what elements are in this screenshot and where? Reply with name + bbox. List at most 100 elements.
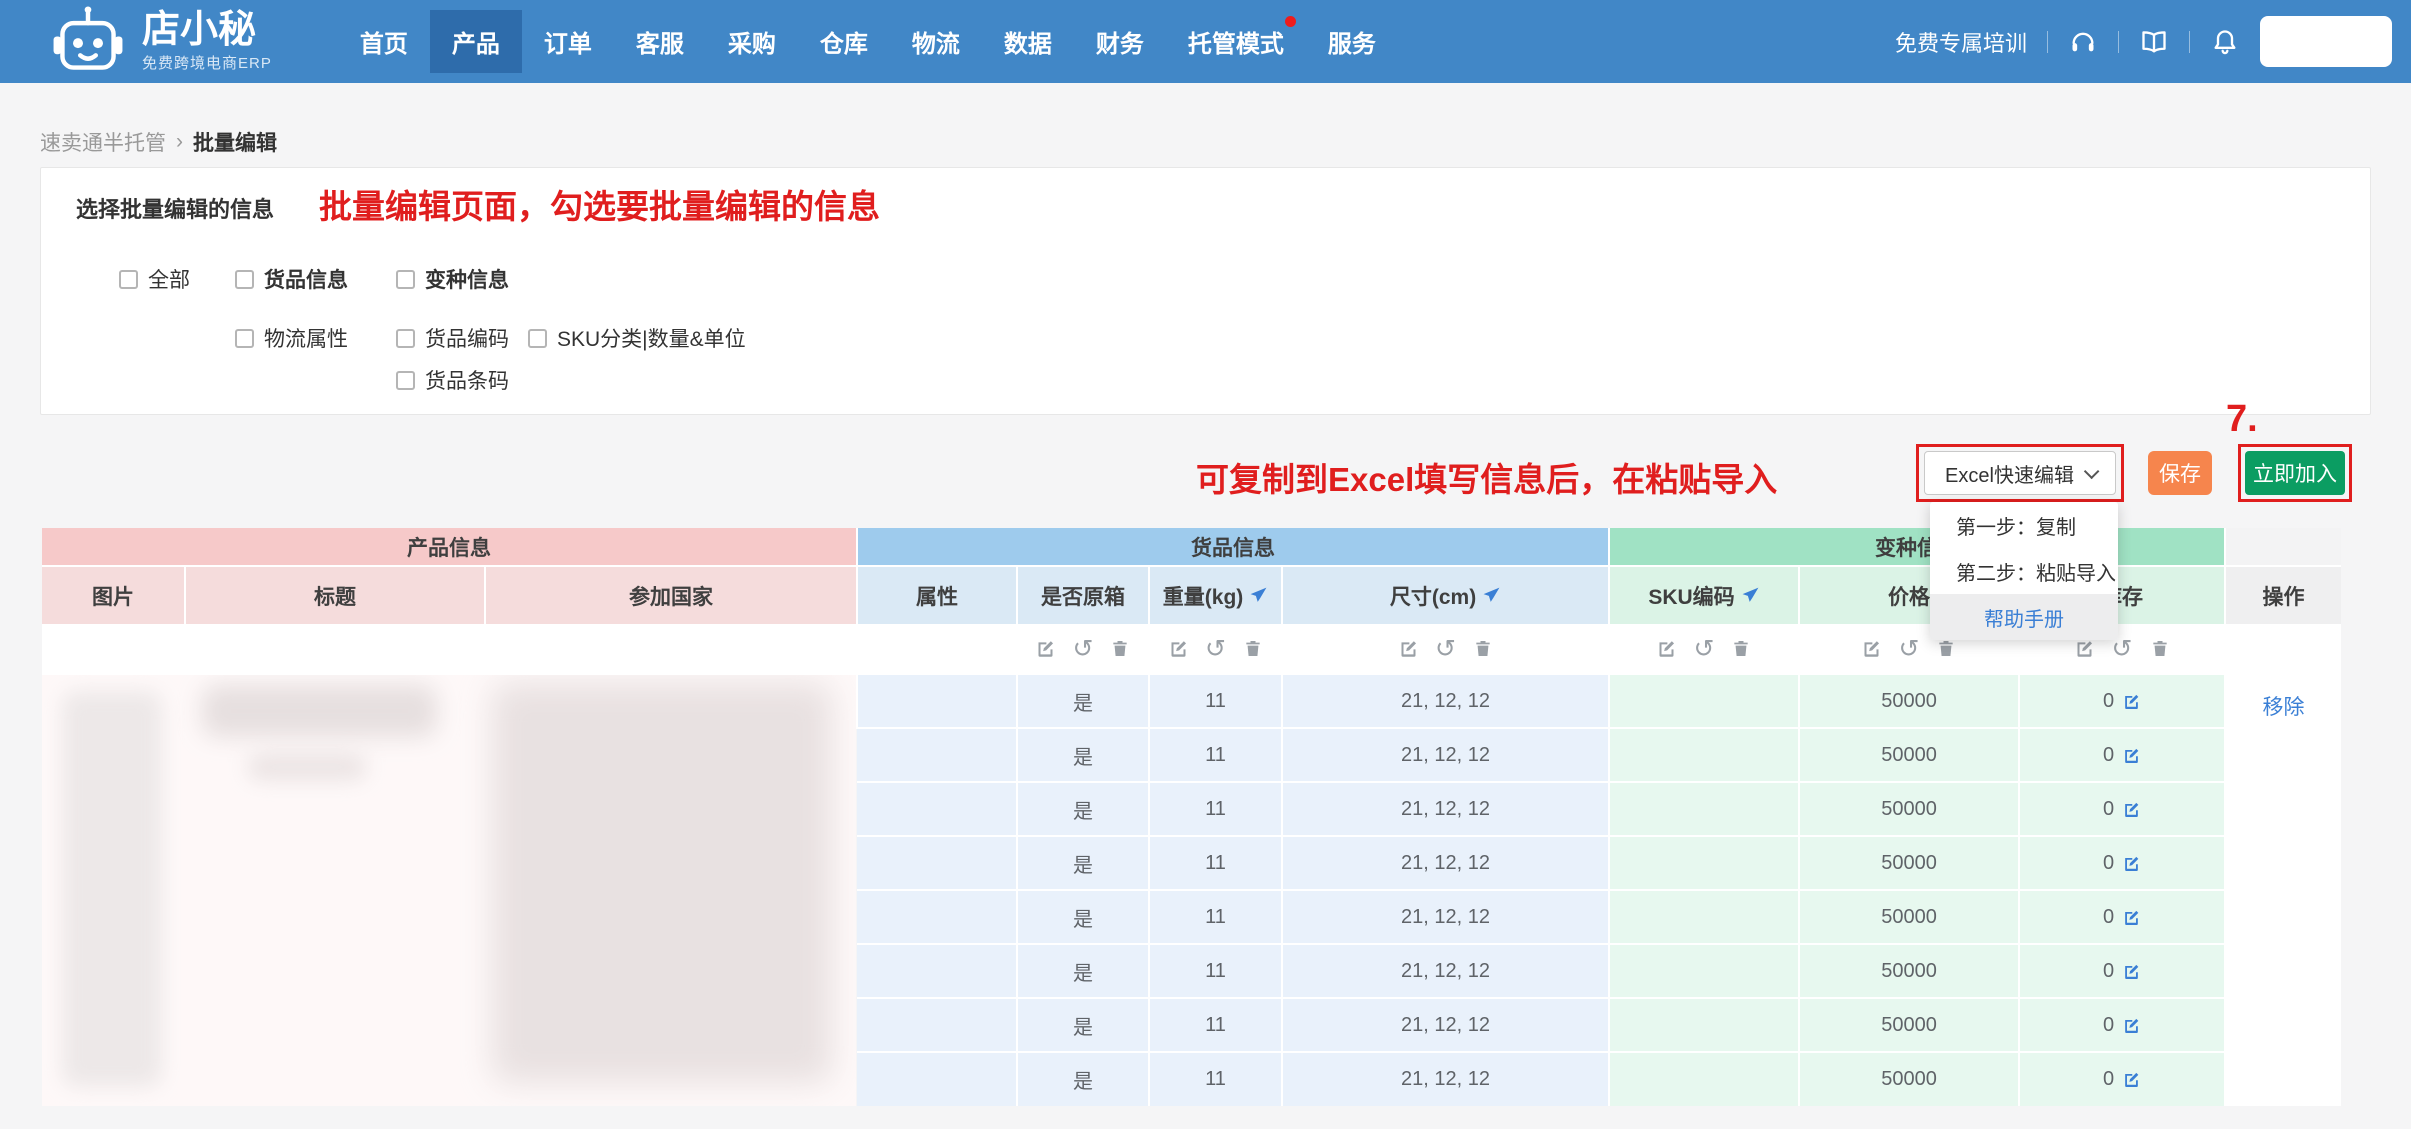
edit-icon[interactable] bbox=[1397, 638, 1419, 660]
trash-icon[interactable] bbox=[1242, 638, 1264, 660]
cell-action: 移除 bbox=[2225, 674, 2341, 1106]
stock-value: 0 bbox=[2103, 852, 2114, 875]
edit-icon[interactable] bbox=[2122, 1016, 2141, 1035]
dropdown-item-help-manual[interactable]: 帮助手册 bbox=[1930, 594, 2118, 640]
excel-dropdown-menu: 第一步：复制 第二步：粘贴导入 帮助手册 bbox=[1930, 502, 2118, 640]
book-icon[interactable] bbox=[2139, 27, 2169, 57]
nav-item-services[interactable]: 服务 bbox=[1306, 10, 1398, 73]
stock-value: 0 bbox=[2103, 960, 2114, 983]
nav-item-managed-mode[interactable]: 托管模式 bbox=[1166, 10, 1306, 73]
edit-icon[interactable] bbox=[1035, 638, 1057, 660]
undo-icon[interactable]: ↺ bbox=[1435, 638, 1456, 660]
nav-item-home[interactable]: 首页 bbox=[338, 10, 430, 73]
nav-item-orders[interactable]: 订单 bbox=[522, 10, 614, 73]
checkbox-row-1: 全部 货品信息 变种信息 bbox=[41, 264, 2370, 290]
cell-original-box: 是 bbox=[1017, 890, 1149, 944]
cell-size: 21, 12, 12 bbox=[1282, 1052, 1609, 1106]
checkbox-all[interactable]: 全部 bbox=[119, 264, 190, 294]
stock-value: 0 bbox=[2103, 744, 2114, 767]
tools-cell-empty bbox=[485, 624, 857, 674]
cell-original-box: 是 bbox=[1017, 944, 1149, 998]
breadcrumb-parent[interactable]: 速卖通半托管 bbox=[40, 127, 166, 157]
edit-icon[interactable] bbox=[2122, 908, 2141, 927]
checkbox-goods-code-box[interactable] bbox=[396, 329, 415, 348]
cell-size: 21, 12, 12 bbox=[1282, 998, 1609, 1052]
nav-item-customer-service[interactable]: 客服 bbox=[614, 10, 706, 73]
cell-original-box: 是 bbox=[1017, 674, 1149, 728]
remove-link[interactable]: 移除 bbox=[2263, 696, 2305, 719]
training-link[interactable]: 免费专属培训 bbox=[1895, 26, 2027, 58]
col-header-size: 尺寸(cm) bbox=[1282, 566, 1609, 624]
cell-sku bbox=[1609, 728, 1799, 782]
trash-icon[interactable] bbox=[1935, 638, 1957, 660]
checkbox-row-2: 物流属性 货品编码 SKU分类|数量&单位 bbox=[41, 323, 2370, 349]
stock-value: 0 bbox=[2103, 1068, 2114, 1091]
checkbox-variant-info-box[interactable] bbox=[396, 270, 415, 289]
undo-icon[interactable]: ↺ bbox=[1205, 638, 1226, 660]
trash-icon[interactable] bbox=[1472, 638, 1494, 660]
undo-icon[interactable]: ↺ bbox=[1899, 638, 1920, 660]
edit-icon[interactable] bbox=[2122, 1070, 2141, 1089]
checkbox-logistics-attr-box[interactable] bbox=[235, 329, 254, 348]
dropdown-item-paste-import[interactable]: 第二步：粘贴导入 bbox=[1930, 548, 2118, 594]
edit-icon[interactable] bbox=[2122, 854, 2141, 873]
cell-attr bbox=[857, 890, 1017, 944]
checkbox-logistics-attr[interactable]: 物流属性 bbox=[235, 323, 348, 353]
checkbox-goods-info-label: 货品信息 bbox=[264, 264, 348, 294]
breadcrumb: 速卖通半托管 › 批量编辑 bbox=[40, 127, 277, 157]
cell-weight: 11 bbox=[1149, 890, 1282, 944]
save-button[interactable]: 保存 bbox=[2148, 451, 2212, 495]
edit-icon[interactable] bbox=[1656, 638, 1678, 660]
checkbox-sku-class-box[interactable] bbox=[528, 329, 547, 348]
checkbox-variant-info[interactable]: 变种信息 bbox=[396, 264, 509, 294]
cell-price: 50000 bbox=[1799, 782, 2019, 836]
send-icon[interactable] bbox=[1741, 586, 1760, 605]
nav-item-purchasing[interactable]: 采购 bbox=[706, 10, 798, 73]
nav-item-warehouse[interactable]: 仓库 bbox=[798, 10, 890, 73]
page: 店小秘 免费跨境电商ERP 首页 产品 订单 客服 采购 仓库 物流 数据 财务… bbox=[0, 0, 2411, 1129]
nav-item-data[interactable]: 数据 bbox=[982, 10, 1074, 73]
headset-icon[interactable] bbox=[2068, 27, 2098, 57]
checkbox-goods-info-box[interactable] bbox=[235, 270, 254, 289]
checkbox-goods-barcode-box[interactable] bbox=[396, 371, 415, 390]
dropdown-item-copy[interactable]: 第一步：复制 bbox=[1930, 502, 2118, 548]
user-avatar-box[interactable] bbox=[2260, 16, 2392, 67]
cell-sku bbox=[1609, 998, 1799, 1052]
app-logo[interactable]: 店小秘 免费跨境电商ERP bbox=[0, 2, 272, 82]
checkbox-goods-info[interactable]: 货品信息 bbox=[235, 264, 348, 294]
undo-icon[interactable]: ↺ bbox=[1694, 638, 1715, 660]
nav-item-logistics[interactable]: 物流 bbox=[890, 10, 982, 73]
tools-cell-size: ↺ bbox=[1282, 624, 1609, 674]
cell-weight: 11 bbox=[1149, 944, 1282, 998]
edit-icon[interactable] bbox=[2122, 800, 2141, 819]
edit-icon[interactable] bbox=[2122, 746, 2141, 765]
checkbox-all-box[interactable] bbox=[119, 270, 138, 289]
edit-icon[interactable] bbox=[2122, 962, 2141, 981]
edit-icon[interactable] bbox=[2122, 692, 2141, 711]
add-now-button[interactable]: 立即加入 bbox=[2245, 451, 2345, 495]
send-icon[interactable] bbox=[1482, 586, 1501, 605]
cell-attr bbox=[857, 782, 1017, 836]
checkbox-goods-code[interactable]: 货品编码 bbox=[396, 323, 509, 353]
checkbox-goods-barcode[interactable]: 货品条码 bbox=[396, 365, 509, 395]
trash-icon[interactable] bbox=[2149, 638, 2171, 660]
divider bbox=[2118, 31, 2119, 53]
bell-icon[interactable] bbox=[2210, 27, 2240, 57]
col-header-sku: SKU编码 bbox=[1609, 566, 1799, 624]
cell-stock: 0 bbox=[2019, 890, 2225, 944]
edit-icon[interactable] bbox=[2074, 638, 2096, 660]
send-icon[interactable] bbox=[1249, 586, 1268, 605]
trash-icon[interactable] bbox=[1109, 638, 1131, 660]
undo-icon[interactable]: ↺ bbox=[2112, 638, 2133, 660]
undo-icon[interactable]: ↺ bbox=[1073, 638, 1094, 660]
nav-item-finance[interactable]: 财务 bbox=[1074, 10, 1166, 73]
trash-icon[interactable] bbox=[1730, 638, 1752, 660]
edit-icon[interactable] bbox=[1167, 638, 1189, 660]
edit-icon[interactable] bbox=[1861, 638, 1883, 660]
blur-overlay bbox=[42, 675, 856, 1106]
nav-item-products[interactable]: 产品 bbox=[430, 10, 522, 73]
checkbox-row-3: 货品条码 bbox=[41, 365, 2370, 391]
checkbox-sku-class[interactable]: SKU分类|数量&单位 bbox=[528, 323, 746, 353]
excel-quick-edit-button[interactable]: Excel快速编辑 bbox=[1924, 451, 2116, 495]
cell-price: 50000 bbox=[1799, 890, 2019, 944]
